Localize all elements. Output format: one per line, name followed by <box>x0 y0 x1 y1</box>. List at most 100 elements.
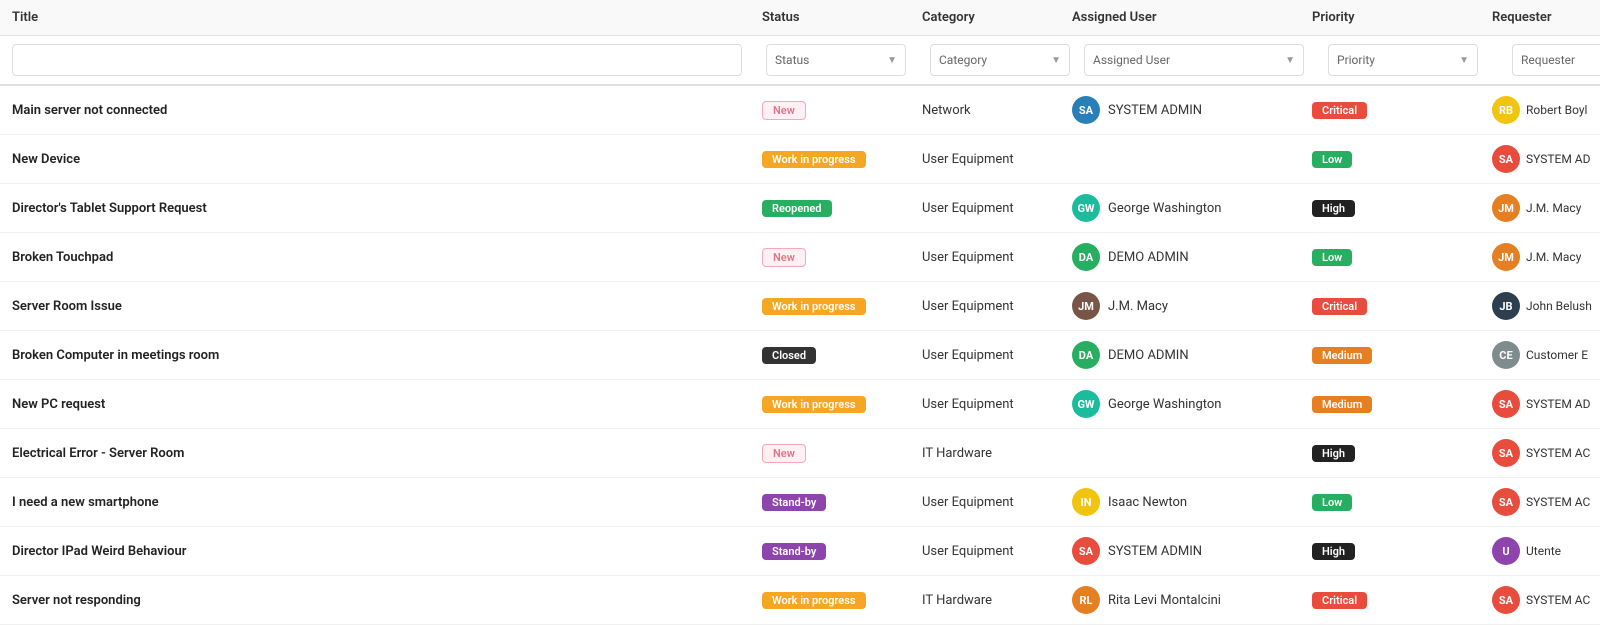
table-row[interactable]: Electrical Error - Server Room New IT Ha… <box>0 429 1600 478</box>
category-cell: User Equipment <box>922 544 1072 559</box>
priority-badge: Low <box>1312 151 1352 168</box>
col-requester: Requester <box>1492 10 1600 25</box>
requester-cell: SA SYSTEM AC <box>1492 586 1600 614</box>
requester-cell: SA SYSTEM AC <box>1492 488 1600 516</box>
table-row[interactable]: Director IPad Weird Behaviour Stand-by U… <box>0 527 1600 576</box>
status-cell: Stand-by <box>762 543 922 560</box>
requester-avatar: SA <box>1492 488 1520 516</box>
priority-badge: Low <box>1312 494 1352 511</box>
priority-badge: High <box>1312 543 1355 560</box>
category-cell: User Equipment <box>922 495 1072 510</box>
ticket-title: Broken Touchpad <box>12 250 762 265</box>
requester-cell: RB Robert Boyl <box>1492 96 1600 124</box>
assigned-user-name: DEMO ADMIN <box>1108 348 1189 363</box>
priority-filter[interactable]: Priority ▼ <box>1328 44 1478 76</box>
priority-filter-chevron: ▼ <box>1459 55 1469 66</box>
status-badge: Work in progress <box>762 151 866 168</box>
search-input[interactable] <box>12 44 742 76</box>
requester-cell: SA SYSTEM AD <box>1492 145 1600 173</box>
priority-badge: High <box>1312 200 1355 217</box>
status-badge: Closed <box>762 347 816 364</box>
priority-cell: Medium <box>1312 396 1492 413</box>
requester-name: Utente <box>1526 544 1561 558</box>
status-cell: New <box>762 248 922 267</box>
requester-avatar: SA <box>1492 145 1520 173</box>
requester-name: SYSTEM AC <box>1526 495 1590 509</box>
requester-cell: CE Customer E <box>1492 341 1600 369</box>
assigned-user-cell: SA SYSTEM ADMIN <box>1072 537 1312 565</box>
ticket-title: New Device <box>12 152 762 167</box>
assigned-user-name: SYSTEM ADMIN <box>1108 544 1202 559</box>
assigned-avatar: SA <box>1072 96 1100 124</box>
filter-row: Status ▼ Category ▼ Assigned User ▼ Prio… <box>0 36 1600 86</box>
priority-cell: Low <box>1312 151 1492 168</box>
table-row[interactable]: New Device Work in progress User Equipme… <box>0 135 1600 184</box>
category-cell: User Equipment <box>922 152 1072 167</box>
assigned-user-cell: JM J.M. Macy <box>1072 292 1312 320</box>
status-filter[interactable]: Status ▼ <box>766 44 906 76</box>
status-filter-label: Status <box>775 53 809 67</box>
column-headers: Title Status Category Assigned User Prio… <box>0 0 1600 36</box>
status-badge: New <box>762 101 806 120</box>
table-row[interactable]: Server not responding Work in progress I… <box>0 576 1600 625</box>
status-badge: Work in progress <box>762 396 866 413</box>
table-row[interactable]: New PC request Work in progress User Equ… <box>0 380 1600 429</box>
assigned-user-cell: SA SYSTEM ADMIN <box>1072 96 1312 124</box>
assigned-filter-label: Assigned User <box>1093 53 1170 67</box>
requester-name: Robert Boyl <box>1526 103 1587 117</box>
category-filter[interactable]: Category ▼ <box>930 44 1070 76</box>
requester-name: John Belush <box>1526 299 1592 313</box>
assigned-avatar: SA <box>1072 537 1100 565</box>
table-row[interactable]: Server Room Issue Work in progress User … <box>0 282 1600 331</box>
requester-filter-label: Requester <box>1521 53 1575 67</box>
table-row[interactable]: Broken Touchpad New User Equipment DA DE… <box>0 233 1600 282</box>
assigned-avatar: DA <box>1072 243 1100 271</box>
status-cell: Work in progress <box>762 298 922 315</box>
priority-badge: Medium <box>1312 347 1372 364</box>
category-cell: User Equipment <box>922 397 1072 412</box>
assigned-user-filter[interactable]: Assigned User ▼ <box>1084 44 1304 76</box>
assigned-user-name: George Washington <box>1108 201 1222 216</box>
assigned-avatar: GW <box>1072 194 1100 222</box>
ticket-title: Server Room Issue <box>12 299 762 314</box>
assigned-user-cell: GW George Washington <box>1072 390 1312 418</box>
priority-badge: High <box>1312 445 1355 462</box>
assigned-avatar: DA <box>1072 341 1100 369</box>
assigned-user-cell: DA DEMO ADMIN <box>1072 341 1312 369</box>
category-cell: IT Hardware <box>922 446 1072 461</box>
col-assigned: Assigned User <box>1072 10 1312 25</box>
requester-avatar: SA <box>1492 390 1520 418</box>
assigned-user-name: Isaac Newton <box>1108 495 1187 510</box>
status-cell: Stand-by <box>762 494 922 511</box>
priority-cell: High <box>1312 543 1492 560</box>
category-cell: Network <box>922 103 1072 118</box>
status-badge: Work in progress <box>762 298 866 315</box>
table-row[interactable]: I need a new smartphone Stand-by User Eq… <box>0 478 1600 527</box>
rows-container: Main server not connected New Network SA… <box>0 86 1600 625</box>
status-badge: Stand-by <box>762 494 826 511</box>
category-cell: User Equipment <box>922 250 1072 265</box>
priority-cell: Critical <box>1312 298 1492 315</box>
requester-avatar: CE <box>1492 341 1520 369</box>
requester-avatar: SA <box>1492 439 1520 467</box>
tickets-table: Title Status Category Assigned User Prio… <box>0 0 1600 625</box>
requester-avatar: JM <box>1492 243 1520 271</box>
status-cell: Work in progress <box>762 151 922 168</box>
table-row[interactable]: Director's Tablet Support Request Reopen… <box>0 184 1600 233</box>
ticket-title: New PC request <box>12 397 762 412</box>
assigned-user-name: J.M. Macy <box>1108 299 1168 314</box>
assigned-user-name: DEMO ADMIN <box>1108 250 1189 265</box>
priority-badge: Critical <box>1312 102 1367 119</box>
requester-filter[interactable]: Requester <box>1512 44 1600 76</box>
table-row[interactable]: Broken Computer in meetings room Closed … <box>0 331 1600 380</box>
requester-avatar: U <box>1492 537 1520 565</box>
status-badge: Reopened <box>762 200 832 217</box>
requester-cell: JM J.M. Macy <box>1492 194 1600 222</box>
requester-cell: JM J.M. Macy <box>1492 243 1600 271</box>
priority-badge: Medium <box>1312 396 1372 413</box>
requester-name: J.M. Macy <box>1526 201 1581 215</box>
requester-avatar: RB <box>1492 96 1520 124</box>
table-row[interactable]: Main server not connected New Network SA… <box>0 86 1600 135</box>
priority-filter-label: Priority <box>1337 53 1375 67</box>
ticket-title: Main server not connected <box>12 103 762 118</box>
